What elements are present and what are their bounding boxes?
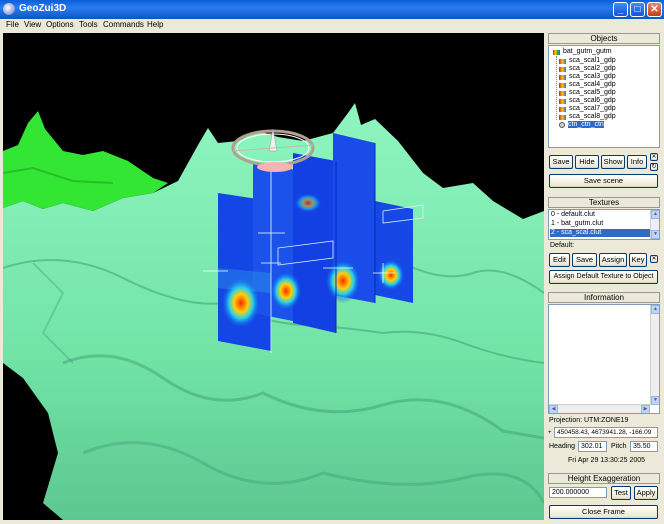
tree-item-object[interactable]: sca_scal2_gdp	[559, 65, 616, 73]
coordinates-field[interactable]: 450458.43, 4673941.28, -166.09	[554, 427, 658, 438]
information-hscrollbar[interactable]: ◀ ▶	[549, 404, 650, 413]
tree-item-object[interactable]: sca_scal3_gdp	[559, 73, 616, 81]
dataset-icon	[559, 106, 566, 112]
pitch-label: Pitch	[611, 443, 627, 450]
texture-assign-button[interactable]: Assign	[599, 253, 627, 267]
cursor-object-icon	[559, 122, 565, 128]
menu-view[interactable]: View	[24, 20, 41, 29]
menu-help[interactable]: Help	[147, 20, 163, 29]
objects-info-button[interactable]: Info	[627, 155, 647, 169]
scroll-down-icon[interactable]: ▼	[651, 396, 659, 405]
scroll-up-icon[interactable]: ▲	[651, 305, 659, 314]
texture-item-selected[interactable]: 2 - sca_scal.clut	[550, 229, 651, 237]
tree-item-object[interactable]: sca_scal8_gdp	[559, 113, 616, 121]
scroll-up-icon[interactable]: ▲	[651, 210, 659, 219]
heading-label: Heading	[549, 443, 576, 450]
title-bar: GeoZui3D _ □ ✕	[0, 0, 664, 19]
heading-field[interactable]: 302.01	[578, 441, 607, 452]
objects-header: Objects	[548, 33, 660, 44]
datetime-text: Fri Apr 29 13:30:25 2005	[568, 457, 646, 464]
information-text-area[interactable]: ▲ ▼ ◀ ▶	[548, 304, 660, 414]
texture-item[interactable]: 1 - bat_gutm.clut	[550, 220, 651, 228]
scroll-down-icon[interactable]: ▼	[651, 230, 659, 239]
dataset-icon	[559, 66, 566, 72]
menu-options[interactable]: Options	[46, 20, 74, 29]
window-title: GeoZui3D	[19, 3, 67, 14]
test-button[interactable]: Test	[611, 486, 631, 500]
dataset-icon	[559, 58, 566, 64]
coordinate-marker-icon: +	[548, 430, 552, 436]
dataset-icon	[553, 49, 560, 55]
textures-list[interactable]: 0 - default.clut 1 - bat_gutm.clut 2 - s…	[548, 209, 660, 240]
close-button[interactable]: ✕	[647, 2, 662, 17]
menu-file[interactable]: File	[6, 20, 19, 29]
scroll-left-icon[interactable]: ◀	[549, 405, 558, 413]
apply-button[interactable]: Apply	[634, 486, 658, 500]
information-header: Information	[548, 292, 660, 303]
tree-item-object[interactable]: sca_scal6_gdp	[559, 97, 616, 105]
height-exaggeration-field[interactable]: 200.000000	[549, 487, 607, 498]
close-icon[interactable]: ✕	[650, 255, 658, 263]
objects-show-button[interactable]: Show	[601, 155, 625, 169]
dataset-icon	[559, 98, 566, 104]
dataset-icon	[559, 82, 566, 88]
objects-tree[interactable]: bat_gutm_gutm sca_scal1_gdp sca_scal2_gd…	[548, 45, 660, 148]
textures-scrollbar[interactable]: ▲ ▼	[650, 210, 659, 239]
close-frame-button[interactable]: Close Frame	[549, 505, 658, 519]
dataset-icon	[559, 74, 566, 80]
tree-item-object[interactable]: sca_scal7_gdp	[559, 105, 616, 113]
tree-item-root[interactable]: bat_gutm_gutm	[553, 48, 612, 56]
refresh-icon[interactable]: ↻	[650, 163, 658, 171]
information-vscrollbar[interactable]: ▲ ▼	[650, 305, 659, 405]
dataset-icon	[559, 90, 566, 96]
texture-save-button[interactable]: Save	[572, 253, 597, 267]
menu-bar: File View Options Tools Commands Help	[0, 19, 664, 31]
3d-viewport[interactable]	[3, 33, 544, 520]
menu-commands[interactable]: Commands	[103, 20, 144, 29]
assign-default-texture-button[interactable]: Assign Default Texture to Object	[549, 270, 658, 284]
objects-save-button[interactable]: Save	[549, 155, 573, 169]
objects-hide-button[interactable]: Hide	[575, 155, 599, 169]
projection-label: Projection:	[549, 417, 583, 424]
tree-item-object[interactable]: sca_scal1_gdp	[559, 57, 616, 65]
app-icon	[3, 3, 15, 15]
texture-edit-button[interactable]: Edit	[549, 253, 570, 267]
tree-item-selected[interactable]: ctn_ctn_ctn	[559, 121, 604, 129]
save-scene-button[interactable]: Save scene	[549, 174, 658, 188]
default-label: Default:	[550, 242, 575, 249]
dataset-icon	[559, 114, 566, 120]
height-exaggeration-header: Height Exaggeration	[548, 473, 660, 484]
scroll-right-icon[interactable]: ▶	[641, 405, 650, 413]
textures-header: Textures	[548, 197, 660, 208]
pitch-field[interactable]: 35.50	[630, 441, 658, 452]
texture-key-button[interactable]: Key	[629, 253, 647, 267]
projection-value: UTM:ZONE19	[584, 417, 629, 424]
maximize-button[interactable]: □	[630, 2, 645, 17]
tree-item-object[interactable]: sca_scal4_gdp	[559, 81, 616, 89]
tree-item-object[interactable]: sca_scal5_gdp	[559, 89, 616, 97]
minimize-button[interactable]: _	[613, 2, 628, 17]
texture-item[interactable]: 0 - default.clut	[550, 211, 651, 219]
menu-tools[interactable]: Tools	[79, 20, 98, 29]
close-icon[interactable]: ✕	[650, 153, 658, 161]
